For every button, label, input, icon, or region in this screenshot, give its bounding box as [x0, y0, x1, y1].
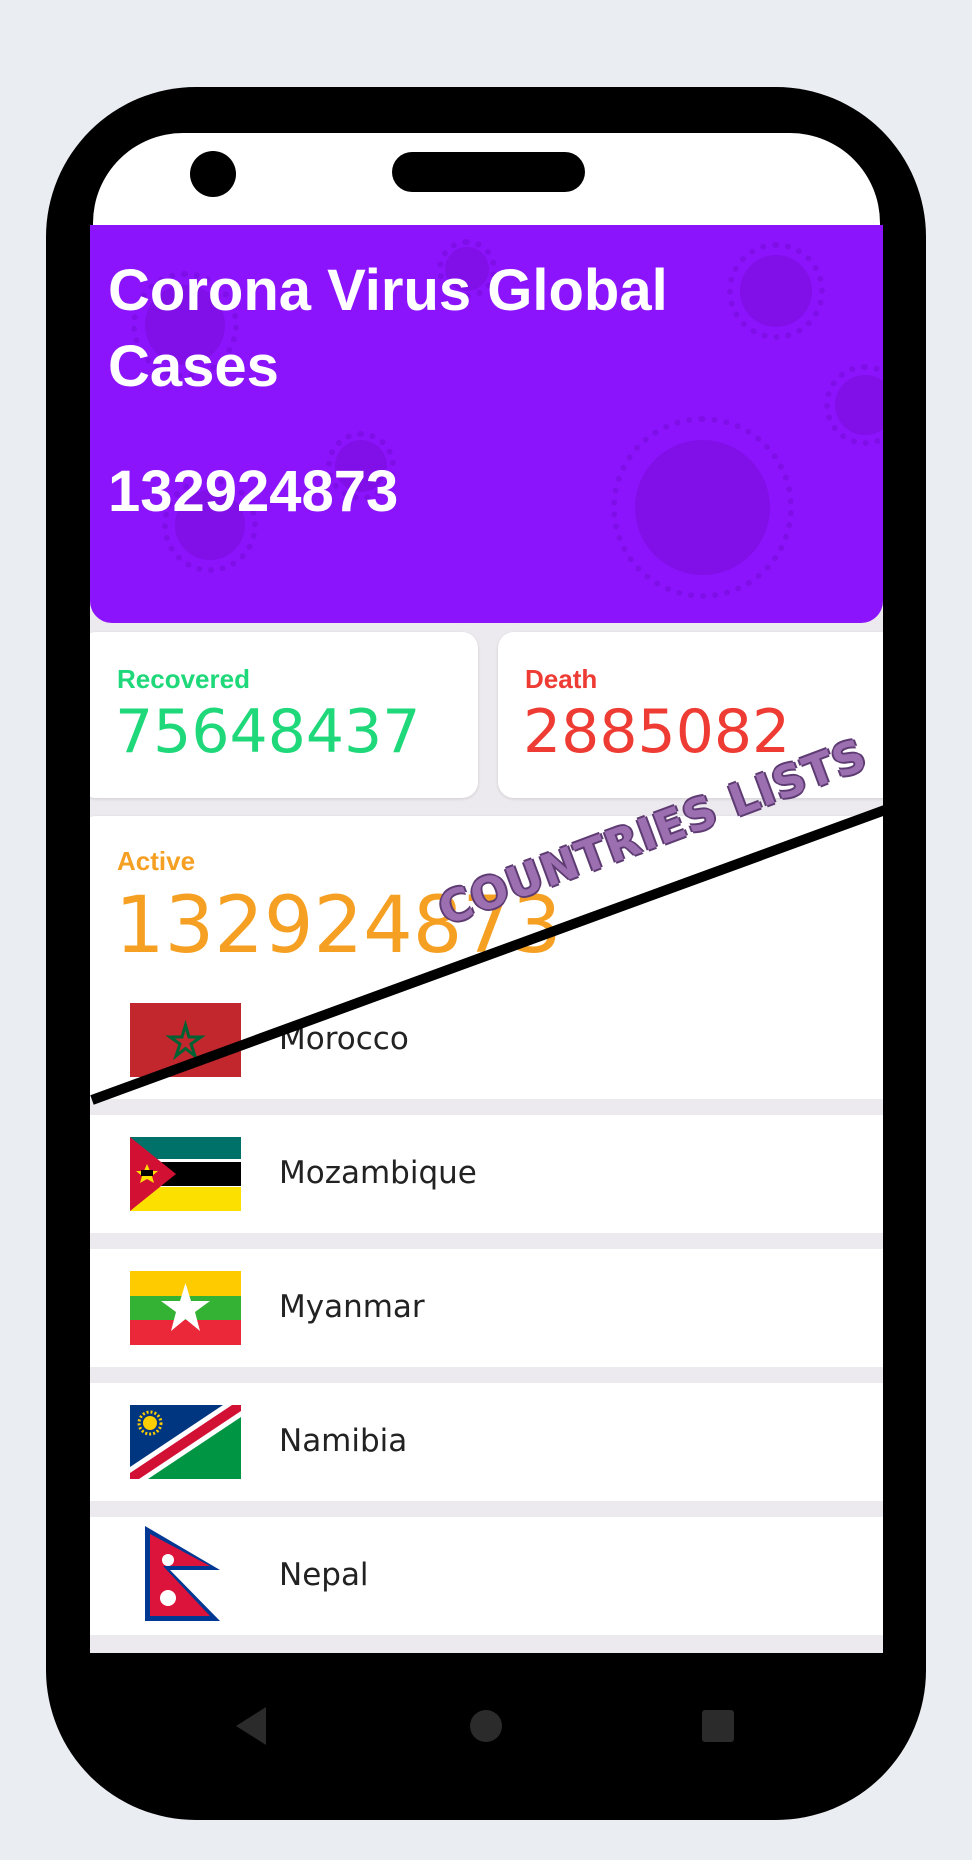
death-value: 2885082 — [523, 697, 791, 767]
camera-icon — [190, 151, 236, 197]
country-row-nepal[interactable]: Nepal — [90, 1517, 883, 1635]
country-name: Myanmar — [279, 1289, 425, 1325]
country-name: Nepal — [279, 1557, 369, 1593]
death-card[interactable]: Death 2885082 — [498, 632, 883, 798]
recovered-label: Recovered — [117, 664, 250, 694]
app-screen: Corona Virus Global Cases 132924873 Reco… — [90, 225, 883, 1653]
global-cases-header: Corona Virus Global Cases 132924873 — [90, 225, 883, 623]
namibia-flag-icon — [130, 1405, 241, 1479]
speaker-icon — [392, 152, 585, 192]
country-row-mozambique[interactable]: Mozambique — [90, 1115, 883, 1233]
page-title: Corona Virus Global Cases — [108, 258, 668, 399]
country-name: Namibia — [279, 1423, 408, 1459]
home-circle-icon[interactable] — [470, 1710, 502, 1742]
morocco-flag-icon — [130, 1003, 241, 1077]
nepal-flag-icon — [130, 1526, 241, 1626]
active-value: 132924873 — [115, 881, 562, 971]
back-triangle-icon[interactable] — [236, 1707, 266, 1745]
country-name: Mozambique — [279, 1155, 477, 1191]
country-row-namibia[interactable]: Namibia — [90, 1383, 883, 1501]
country-name: Morocco — [279, 1021, 409, 1057]
recovered-card[interactable]: Recovered 75648437 — [90, 632, 478, 798]
recovered-value: 75648437 — [115, 697, 421, 767]
country-row-morocco[interactable]: Morocco — [90, 981, 883, 1099]
active-label: Active — [117, 846, 196, 876]
recents-square-icon[interactable] — [702, 1710, 734, 1742]
country-row-myanmar[interactable]: Myanmar — [90, 1249, 883, 1367]
virus-icon — [610, 415, 795, 600]
mozambique-flag-icon — [130, 1137, 241, 1211]
myanmar-flag-icon — [130, 1271, 241, 1345]
virus-icon — [824, 364, 883, 446]
death-label: Death — [525, 664, 598, 694]
global-total-count: 132924873 — [108, 459, 399, 524]
